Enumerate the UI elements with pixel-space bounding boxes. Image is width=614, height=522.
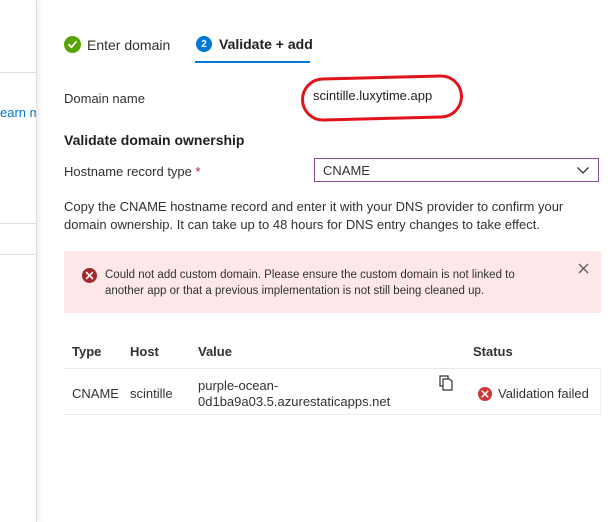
copy-icon[interactable]: [439, 375, 453, 396]
domain-name-label: Domain name: [64, 91, 145, 106]
column-header-status: Status: [473, 344, 513, 359]
column-header-type: Type: [72, 344, 102, 359]
divider: [0, 254, 36, 255]
host-cell: scintille: [130, 386, 173, 401]
add-custom-domain-panel: Enter domain 2 Validate + add Domain nam…: [37, 0, 614, 522]
record-type-dropdown[interactable]: CNAME: [314, 158, 599, 182]
record-type-selected: CNAME: [323, 162, 370, 178]
table-divider: [64, 414, 601, 415]
divider: [0, 223, 36, 224]
step-number-badge: 2: [196, 36, 212, 52]
table-divider: [600, 368, 601, 414]
step-validate-add[interactable]: 2 Validate + add: [196, 36, 313, 52]
close-icon[interactable]: [578, 261, 589, 279]
record-type-cell: CNAME: [72, 386, 119, 401]
record-type-label: Hostname record type *: [64, 164, 201, 179]
annotation-circle: [300, 73, 464, 123]
column-header-value: Value: [198, 344, 232, 359]
status-cell: Validation failed: [478, 386, 589, 401]
step-enter-domain[interactable]: Enter domain: [64, 36, 170, 53]
value-cell: purple-ocean-0d1ba9a03.5.azurestaticapps…: [198, 378, 391, 409]
step-label: Enter domain: [87, 36, 171, 53]
learn-more-link[interactable]: earn m: [0, 105, 36, 120]
error-icon: [478, 386, 492, 401]
error-text: Could not add custom domain. Please ensu…: [105, 269, 515, 297]
error-icon: [82, 268, 97, 283]
status-text: Validation failed: [498, 386, 589, 401]
background-pane: earn m: [0, 0, 37, 522]
chevron-down-icon: [576, 163, 590, 180]
column-header-host: Host: [130, 344, 159, 359]
check-circle-icon: [64, 36, 81, 53]
required-marker: *: [195, 164, 201, 179]
divider: [0, 72, 36, 73]
active-step-indicator: [195, 61, 310, 63]
instructions-text: Copy the CNAME hostname record and enter…: [64, 199, 564, 232]
section-title: Validate domain ownership: [64, 132, 245, 148]
table-divider: [64, 368, 601, 369]
step-label: Validate + add: [219, 36, 313, 52]
error-message-bar: Could not add custom domain. Please ensu…: [64, 251, 601, 313]
